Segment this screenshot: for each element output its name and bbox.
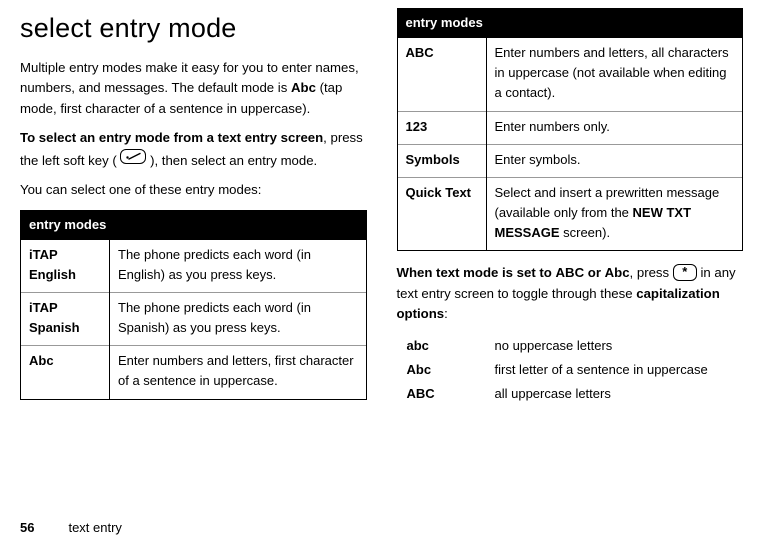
table-row: Abc first letter of a sentence in upperc… — [397, 358, 744, 382]
mode-desc: The phone predicts each word (in Spanish… — [110, 292, 367, 345]
capitalization-paragraph: When text mode is set to ABC or Abc, pre… — [397, 263, 744, 324]
star-key-icon: * — [673, 264, 697, 281]
mode-desc: The phone predicts each word (in English… — [110, 239, 367, 292]
two-column-layout: select entry mode Multiple entry modes m… — [20, 8, 743, 406]
table-row: abc no uppercase letters — [397, 334, 744, 358]
left-soft-key-icon — [120, 149, 146, 164]
mode-name: ABC — [397, 38, 486, 111]
cap-desc: all uppercase letters — [487, 382, 744, 406]
cap-name: Abc — [397, 358, 487, 382]
mode-name: Symbols — [397, 144, 486, 177]
mode-abc-mixed: Abc — [605, 265, 630, 280]
table-row: iTAP Spanish The phone predicts each wor… — [21, 292, 367, 345]
mode-desc: Enter symbols. — [486, 144, 743, 177]
text: : — [444, 306, 448, 321]
left-column: select entry mode Multiple entry modes m… — [20, 8, 367, 406]
text: When text mode is set to — [397, 265, 556, 280]
mode-abc-label: Abc — [291, 80, 316, 95]
table-row: 123 Enter numbers only. — [397, 111, 743, 144]
page-title: select entry mode — [20, 8, 367, 50]
mode-name: 123 — [397, 111, 486, 144]
mode-name: iTAP Spanish — [21, 292, 110, 345]
mode-desc: Select and insert a prewritten message (… — [486, 177, 743, 250]
mode-desc: Enter numbers only. — [486, 111, 743, 144]
howto-lead: To select an entry mode from a text entr… — [20, 130, 323, 145]
table-header: entry modes — [397, 9, 743, 38]
table-row: Abc Enter numbers and letters, first cha… — [21, 346, 367, 399]
text: screen). — [560, 225, 611, 240]
mode-name: Abc — [21, 346, 110, 399]
page-footer: 56 text entry — [20, 518, 122, 538]
cap-name: abc — [397, 334, 487, 358]
mode-desc: Enter numbers and letters, first charact… — [110, 346, 367, 399]
footer-section: text entry — [68, 520, 121, 535]
cap-name: ABC — [397, 382, 487, 406]
table-row: ABC all uppercase letters — [397, 382, 744, 406]
mode-name: Quick Text — [397, 177, 486, 250]
table-row: Symbols Enter symbols. — [397, 144, 743, 177]
howto-paragraph: To select an entry mode from a text entr… — [20, 128, 367, 171]
table-header-row: entry modes — [397, 9, 743, 38]
mode-desc: Enter numbers and letters, all character… — [486, 38, 743, 111]
table-header-row: entry modes — [21, 210, 367, 239]
cap-desc: first letter of a sentence in uppercase — [487, 358, 744, 382]
cap-desc: no uppercase letters — [487, 334, 744, 358]
page: select entry mode Multiple entry modes m… — [0, 0, 759, 550]
text: ), then select an entry mode. — [146, 153, 317, 168]
entry-modes-table-left: entry modes iTAP English The phone predi… — [20, 210, 367, 400]
capitalization-table: abc no uppercase letters Abc first lette… — [397, 334, 744, 406]
mode-name: iTAP English — [21, 239, 110, 292]
page-number: 56 — [20, 520, 34, 535]
text: or — [584, 265, 605, 280]
table-row: ABC Enter numbers and letters, all chara… — [397, 38, 743, 111]
mode-abc-upper: ABC — [556, 265, 585, 280]
text: , press — [630, 265, 673, 280]
entry-modes-table-right: entry modes ABC Enter numbers and letter… — [397, 8, 744, 251]
table-header: entry modes — [21, 210, 367, 239]
table-row: iTAP English The phone predicts each wor… — [21, 239, 367, 292]
modes-intro: You can select one of these entry modes: — [20, 180, 367, 200]
table-row: Quick Text Select and insert a prewritte… — [397, 177, 743, 250]
right-column: entry modes ABC Enter numbers and letter… — [397, 8, 744, 406]
intro-paragraph: Multiple entry modes make it easy for yo… — [20, 58, 367, 119]
